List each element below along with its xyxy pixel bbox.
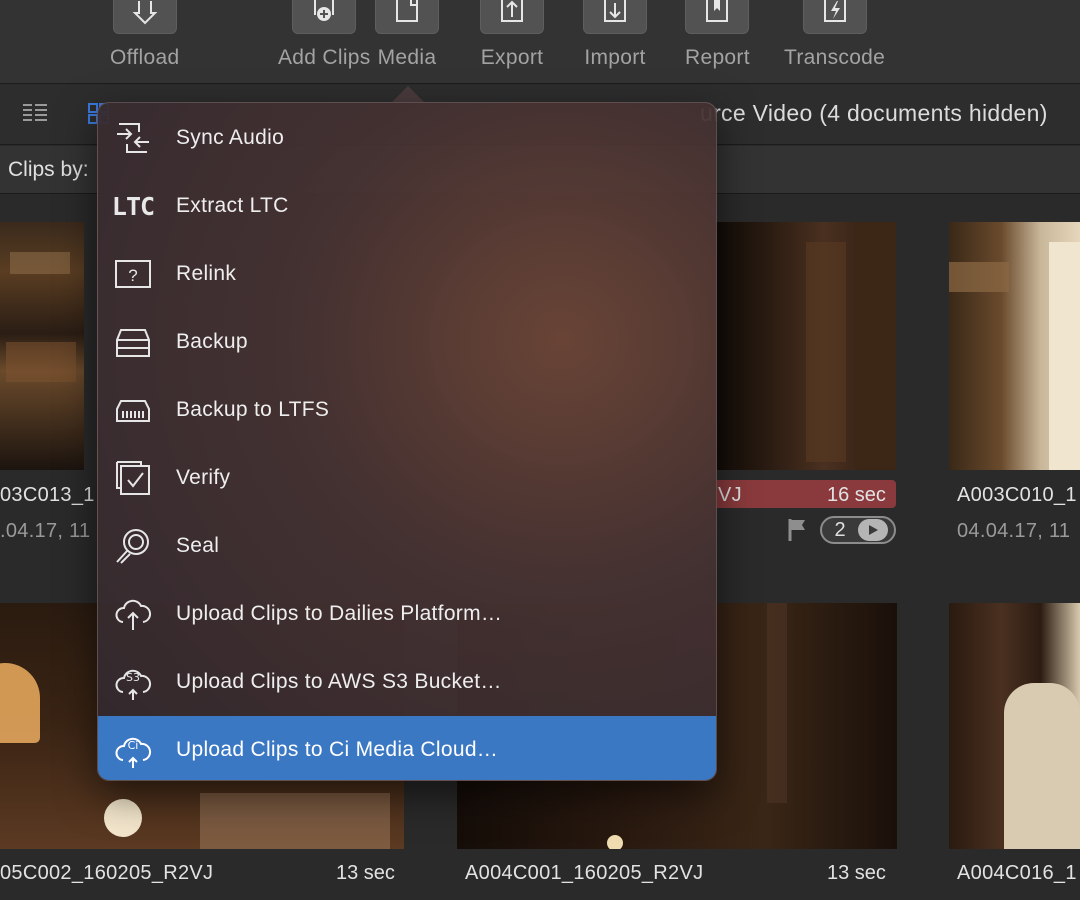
report-label: Report (685, 46, 750, 69)
offload-label: Offload (110, 46, 180, 69)
play-icon[interactable] (858, 519, 888, 541)
media-label: Media (377, 46, 437, 69)
menu-arrow (391, 86, 425, 103)
menu-item-upload-dailies[interactable]: Upload Clips to Dailies Platform… (98, 580, 716, 648)
media-button[interactable] (375, 0, 439, 34)
clip-thumbnail[interactable] (949, 603, 1080, 849)
offload-button[interactable] (112, 0, 177, 34)
clip-name: A004C016_1 (957, 862, 1077, 884)
clip-name: 03C013_1 (0, 484, 95, 506)
relink-icon: ? (112, 253, 154, 295)
clip-duration: 13 sec (336, 862, 395, 884)
svg-text:S3: S3 (126, 671, 140, 684)
menu-item-label: Extract LTC (176, 194, 289, 217)
main-toolbar: Offload Add Clips Media Export Import Re… (0, 0, 1080, 84)
play-count-pill[interactable]: 2 (820, 516, 896, 544)
export-label: Export (480, 46, 544, 69)
list-view-icon[interactable] (22, 102, 48, 126)
transcode-button[interactable] (802, 0, 867, 34)
export-button[interactable] (480, 0, 544, 34)
add-clips-label: Add Clips (278, 46, 371, 69)
menu-item-upload-s3[interactable]: S3 Upload Clips to AWS S3 Bucket… (98, 648, 716, 716)
menu-item-label: Seal (176, 534, 220, 557)
menu-item-upload-ci-media-cloud[interactable]: Ci Upload Clips to Ci Media Cloud… (98, 716, 716, 780)
export-icon (501, 0, 523, 22)
ltc-icon: LTC (111, 191, 155, 221)
media-icon (396, 0, 418, 22)
menu-item-label: Backup to LTFS (176, 398, 330, 421)
clip-name: A004C001_160205_R2VJ (465, 862, 704, 884)
clips-by-label: Clips by: (8, 158, 89, 181)
menu-item-verify[interactable]: Verify (98, 444, 716, 512)
document-title: urce Video (4 documents hidden) (700, 100, 1048, 126)
menu-item-extract-ltc[interactable]: LTC Extract LTC (98, 172, 716, 240)
toolbar-import[interactable]: Import (583, 0, 647, 84)
backup-icon (112, 321, 154, 363)
offload-icon (132, 0, 158, 24)
toolbar-add-clips[interactable]: Add Clips (278, 0, 371, 84)
sync-audio-icon (112, 117, 154, 159)
toolbar-export[interactable]: Export (480, 0, 544, 84)
report-icon (706, 0, 729, 22)
menu-item-seal[interactable]: Seal (98, 512, 716, 580)
add-clips-icon (314, 0, 335, 21)
toolbar-media[interactable]: Media (375, 0, 439, 84)
menu-item-label: Upload Clips to Ci Media Cloud… (176, 738, 499, 761)
menu-item-label: Verify (176, 466, 231, 489)
menu-item-label: Backup (176, 330, 248, 353)
clip-duration: 16 sec (827, 484, 886, 506)
toolbar-report[interactable]: Report (685, 0, 750, 84)
svg-text:?: ? (128, 266, 137, 285)
add-clips-button[interactable] (292, 0, 357, 34)
report-button[interactable] (685, 0, 750, 34)
menu-item-label: Sync Audio (176, 126, 285, 149)
clip-thumbnail[interactable] (716, 222, 896, 470)
toolbar-transcode[interactable]: Transcode (784, 0, 885, 84)
clip-name: VJ (718, 484, 742, 506)
toolbar-offload[interactable]: Offload (110, 0, 179, 84)
import-button[interactable] (583, 0, 647, 34)
flag-icon[interactable] (786, 517, 810, 543)
transcode-icon (823, 0, 846, 22)
s3-cloud-icon: S3 (112, 661, 154, 703)
import-label: Import (584, 46, 646, 69)
ci-cloud-icon: Ci (112, 729, 154, 771)
clip-thumbnail[interactable] (949, 222, 1080, 470)
cloud-upload-icon (112, 593, 154, 635)
menu-item-sync-audio[interactable]: Sync Audio (98, 104, 716, 172)
svg-text:Ci: Ci (128, 739, 139, 752)
seal-icon (112, 525, 154, 567)
clip-date: .04.17, 11 (0, 520, 91, 542)
clip-name: A003C010_1 (957, 484, 1077, 506)
clip-duration: 13 sec (827, 862, 886, 884)
menu-item-label: Upload Clips to AWS S3 Bucket… (176, 670, 502, 693)
menu-item-relink[interactable]: ? Relink (98, 240, 716, 308)
clip-date: 04.04.17, 11 (957, 520, 1071, 542)
menu-item-backup-ltfs[interactable]: Backup to LTFS (98, 376, 716, 444)
menu-item-label: Relink (176, 262, 237, 285)
transcode-label: Transcode (784, 46, 886, 69)
media-menu: Sync Audio LTC Extract LTC ? Relink Back… (97, 102, 717, 781)
clip-thumbnail[interactable] (0, 222, 84, 470)
import-icon (604, 0, 626, 22)
menu-item-backup[interactable]: Backup (98, 308, 716, 376)
ltfs-tape-icon (112, 389, 154, 431)
clip-name: 05C002_160205_R2VJ (0, 862, 214, 884)
verify-icon (112, 457, 154, 499)
play-count: 2 (834, 518, 846, 541)
menu-item-label: Upload Clips to Dailies Platform… (176, 602, 503, 625)
